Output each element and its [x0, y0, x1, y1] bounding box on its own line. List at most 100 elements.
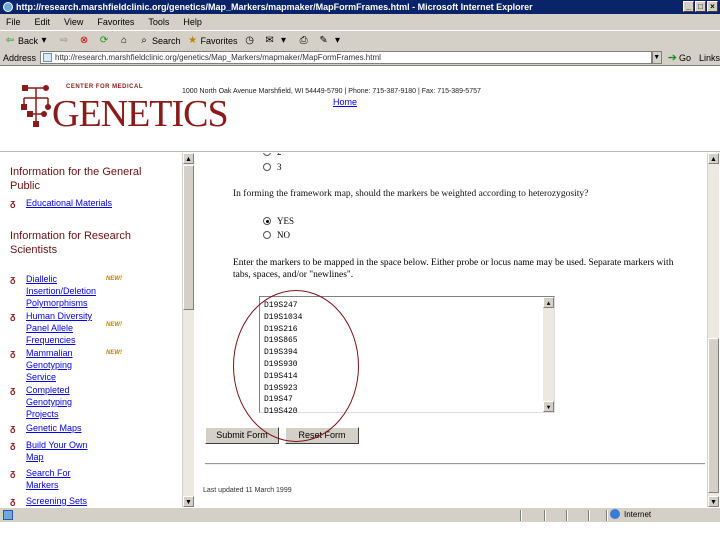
dna-icon: ᵹ	[10, 198, 16, 208]
pedigree-icon	[21, 85, 51, 127]
status-divider	[588, 510, 590, 521]
page-header: CENTER FOR MEDICAL GENETICS 1000 North O…	[0, 66, 720, 152]
dna-icon: ᵹ	[10, 496, 16, 506]
scroll-down-icon[interactable]: ▼	[708, 496, 719, 507]
main-scrollbar[interactable]: ▲ ▼	[707, 153, 719, 507]
research-heading: Information for Research Scientists	[10, 230, 132, 256]
search-button[interactable]: ⌕ Search	[138, 34, 181, 47]
forward-button[interactable]: ⇨	[58, 35, 72, 47]
markers-textarea[interactable]: D19S247 D19S1034 D19S216 D19S865 D19S394…	[259, 296, 555, 416]
go-label: Go	[678, 52, 691, 63]
mail-icon: ✉	[265, 34, 274, 46]
new-badge: NEW!	[106, 322, 122, 328]
sidebar-item-label[interactable]: Screening Sets	[26, 495, 104, 507]
minimize-button[interactable]: _	[683, 1, 694, 12]
radio-icon	[263, 231, 271, 239]
menu-tools[interactable]: Tools	[148, 17, 169, 27]
marker-line: D19S394	[264, 348, 298, 358]
back-label: Back	[18, 35, 39, 46]
favorites-icon: ★	[188, 34, 198, 46]
scroll-thumb[interactable]	[708, 338, 719, 493]
status-divider	[520, 510, 522, 521]
sidebar: Information for the General Public ᵹ Edu…	[0, 153, 182, 507]
last-updated: Last updated 11 March 1999	[203, 487, 292, 494]
menu-file[interactable]: File	[6, 17, 21, 27]
security-zone: Internet	[610, 509, 651, 519]
scroll-down-icon[interactable]: ▼	[183, 496, 194, 507]
history-button[interactable]: ◷	[244, 35, 258, 47]
address-dropdown[interactable]: ▼	[651, 51, 662, 64]
dna-icon: ᵹ	[10, 274, 16, 284]
maximize-button[interactable]: □	[695, 1, 706, 12]
marker-line: D19S930	[264, 359, 298, 369]
new-badge: NEW!	[106, 276, 122, 282]
search-icon: ⌕	[141, 34, 147, 46]
links-button[interactable]: Links	[699, 53, 720, 63]
chevron-down-icon: ▾	[335, 34, 341, 46]
public-heading: Information for the General Public	[10, 166, 142, 192]
sidebar-item-label[interactable]: Completed Genotyping Projects	[26, 384, 104, 420]
sidebar-item-label[interactable]: Genetic Maps	[26, 422, 104, 434]
stop-icon: ⊗	[79, 34, 89, 46]
sidebar-item-diversity[interactable]: ᵹ Human Diversity Panel Allele Frequenci…	[10, 310, 104, 346]
sidebar-item-educational[interactable]: ᵹ Educational Materials	[10, 197, 136, 209]
submit-button[interactable]: Submit Form	[205, 427, 279, 444]
radio-no[interactable]: NO	[263, 230, 290, 240]
logo-subtitle: CENTER FOR MEDICAL	[66, 84, 143, 90]
zone-label: Internet	[624, 509, 652, 519]
go-button[interactable]: ➔ Go	[668, 51, 691, 64]
mail-button[interactable]: ✉ ▾	[264, 35, 292, 47]
textarea-scrollbar[interactable]: ▲ ▼	[543, 297, 554, 412]
scroll-up-icon[interactable]: ▲	[543, 297, 554, 308]
favorites-button[interactable]: ★ Favorites	[187, 35, 238, 47]
print-icon: ⎙	[299, 34, 308, 46]
genetics-logo[interactable]: CENTER FOR MEDICAL GENETICS	[18, 80, 229, 140]
search-label: Search	[152, 35, 181, 46]
marker-line: D19S216	[264, 324, 298, 334]
radio-yes[interactable]: YES	[263, 216, 294, 226]
sidebar-item-label[interactable]: Human Diversity Panel Allele Frequencies	[26, 310, 104, 346]
menu-favorites[interactable]: Favorites	[97, 17, 134, 27]
contact-info: 1000 North Oak Avenue Marshfield, WI 544…	[182, 88, 481, 95]
scroll-thumb[interactable]	[183, 165, 194, 310]
sidebar-item-label[interactable]: Educational Materials	[26, 197, 136, 209]
reset-button[interactable]: Reset Form	[285, 427, 359, 444]
scroll-up-icon[interactable]: ▲	[183, 153, 194, 164]
radio-option-3[interactable]: 3	[263, 162, 282, 172]
sidebar-item-label[interactable]: Build Your Own Map	[26, 439, 104, 463]
sidebar-item-label[interactable]: Search For Markers	[26, 467, 104, 491]
scroll-down-icon[interactable]: ▼	[543, 401, 554, 412]
address-url: http://research.marshfieldclinic.org/gen…	[55, 53, 381, 62]
sidebar-item-build-map[interactable]: ᵹ Build Your Own Map	[10, 439, 104, 463]
sidebar-item-label[interactable]: Diallelic Insertion/Deletion Polymorphis…	[26, 273, 104, 309]
scroll-up-icon[interactable]: ▲	[708, 153, 719, 164]
radio-label: YES	[277, 216, 295, 226]
sidebar-item-maps[interactable]: ᵹ Genetic Maps	[10, 422, 104, 434]
menu-edit[interactable]: Edit	[35, 17, 51, 27]
edit-icon: ✎	[319, 34, 328, 46]
home-link[interactable]: Home	[333, 97, 357, 107]
sidebar-item-search-markers[interactable]: ᵹ Search For Markers	[10, 467, 104, 491]
sidebar-item-diallelic[interactable]: ᵹ Diallelic Insertion/Deletion Polymorph…	[10, 273, 104, 309]
sidebar-item-mammalian[interactable]: ᵹ Mammalian Genotyping Service	[10, 347, 104, 383]
print-button[interactable]: ⎙	[298, 35, 312, 47]
dna-icon: ᵹ	[10, 385, 16, 395]
refresh-button[interactable]: ⟳	[98, 35, 112, 47]
radio-option-2[interactable]: 2	[263, 153, 282, 157]
back-button[interactable]: ⇦ Back ▾	[4, 35, 52, 47]
sidebar-scrollbar[interactable]: ▲ ▼	[182, 153, 194, 507]
marker-line: D19S420	[264, 407, 298, 417]
stop-button[interactable]: ⊗	[78, 35, 92, 47]
sidebar-item-completed[interactable]: ᵹ Completed Genotyping Projects	[10, 384, 104, 420]
close-button[interactable]: ×	[707, 1, 718, 12]
status-divider	[606, 510, 608, 521]
menu-help[interactable]: Help	[183, 17, 202, 27]
sidebar-item-label[interactable]: Mammalian Genotyping Service	[26, 347, 104, 383]
radio-label: 2	[277, 153, 282, 157]
sidebar-item-screening[interactable]: ᵹ Screening Sets	[10, 495, 104, 507]
browser-toolbar: ⇦ Back ▾ ⇨ ⊗ ⟳ ⌂ ⌕ Search ★ Favorites ◷ …	[0, 30, 720, 50]
edit-button[interactable]: ✎ ▾	[318, 35, 346, 47]
address-input[interactable]: http://research.marshfieldclinic.org/gen…	[40, 51, 652, 64]
home-button[interactable]: ⌂	[118, 35, 132, 47]
menu-view[interactable]: View	[64, 17, 83, 27]
